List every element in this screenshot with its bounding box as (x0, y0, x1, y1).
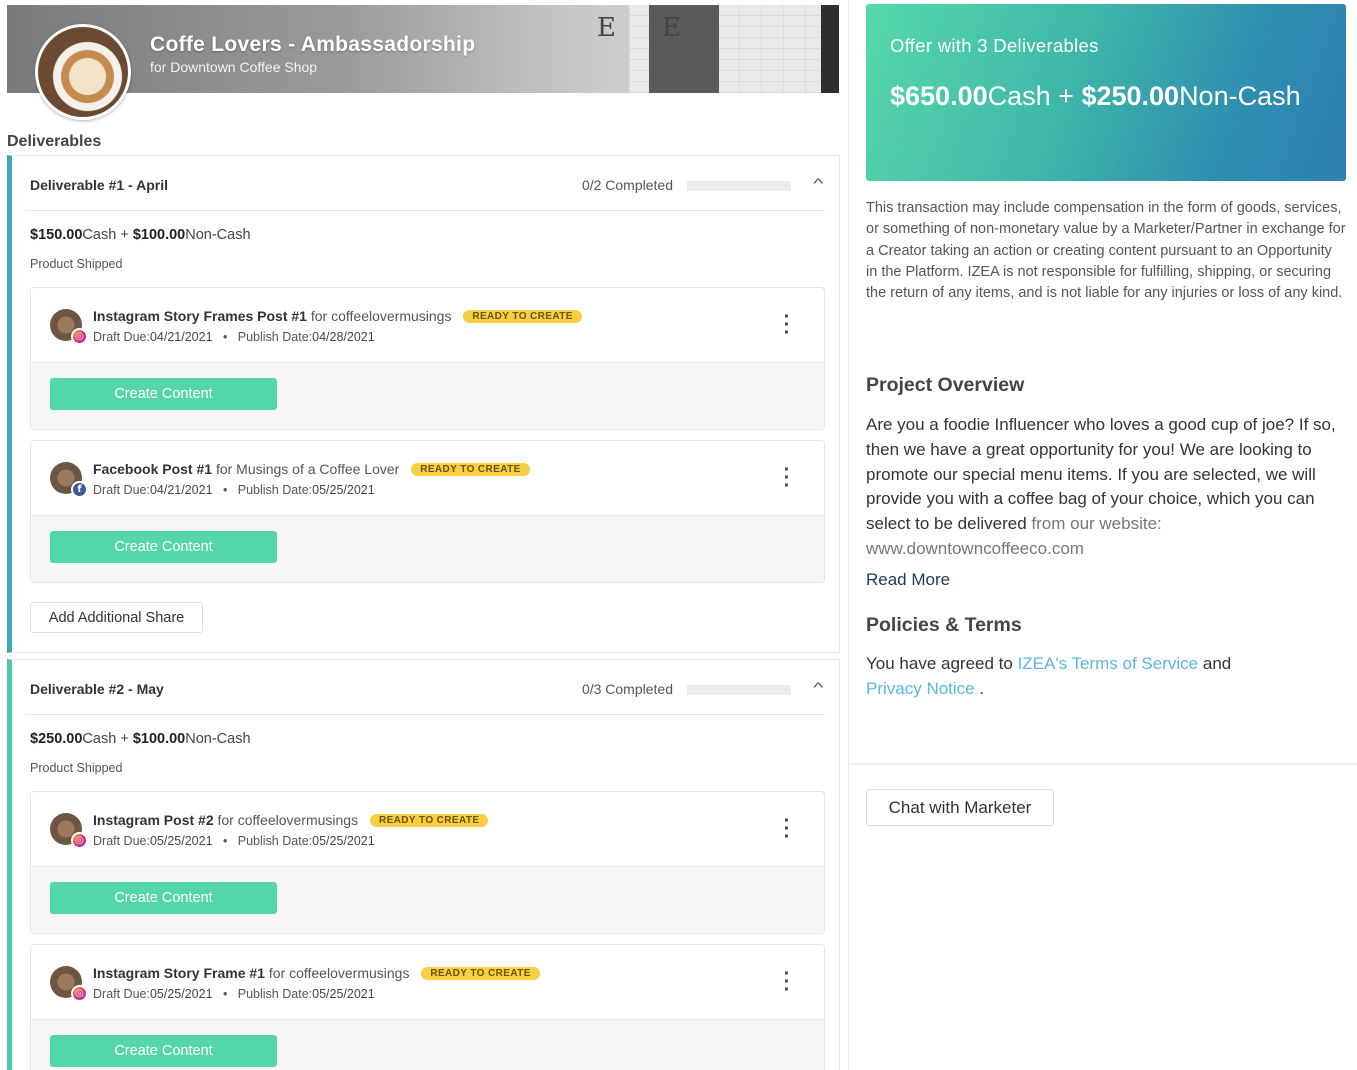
post-dates: Draft Due:04/21/2021 • Publish Date:05/2… (93, 483, 375, 497)
deliverable-card: Deliverable #1 - April 0/2 Completed ^ $… (7, 155, 840, 653)
campaign-banner: E E Coffe Lovers - Ambassadorship for Do… (7, 5, 839, 93)
status-badge: READY TO CREATE (463, 310, 582, 323)
post-dates: Draft Due:05/25/2021 • Publish Date:05/2… (93, 987, 375, 1001)
divider (849, 763, 1357, 765)
more-options-icon[interactable]: · · · (780, 811, 794, 847)
post-title: Facebook Post #1 for Musings of a Coffee… (93, 461, 530, 477)
facebook-icon: f (71, 481, 88, 498)
instagram-icon: ◎ (71, 832, 88, 849)
instagram-icon: ◎ (71, 985, 88, 1002)
policies-text: You have agreed to IZEA's Terms of Servi… (866, 654, 1232, 698)
deliverable-header[interactable]: Deliverable #1 - April 0/2 Completed ^ (26, 156, 825, 211)
create-content-button[interactable]: Create Content (50, 1035, 277, 1067)
post-title: Instagram Post #2 for coffeelovermusings… (93, 812, 489, 828)
status-badge: READY TO CREATE (411, 463, 530, 476)
post-title: Instagram Story Frames Post #1 for coffe… (93, 308, 582, 324)
status-badge: READY TO CREATE (369, 814, 489, 827)
add-additional-share-button[interactable]: Add Additional Share (30, 602, 203, 633)
deliverable-header[interactable]: Deliverable #2 - May 0/3 Completed ^ (26, 660, 825, 715)
deliverable-name: Deliverable #1 - April (30, 177, 168, 193)
post-card: ◎ Instagram Story Frame #1 for coffeelov… (30, 944, 825, 1070)
banner-image: E E (597, 5, 839, 93)
post-card: ◎ Instagram Story Frames Post #1 for cof… (30, 287, 825, 430)
terms-of-service-link[interactable]: IZEA's Terms of Service (1018, 654, 1199, 673)
project-overview-heading: Project Overview (866, 374, 1025, 396)
deliverable-progress-text: 0/2 Completed (581, 177, 673, 193)
brand-avatar (35, 24, 131, 120)
shipping-status: Product Shipped (30, 761, 123, 775)
campaign-title: Coffe Lovers - Ambassadorship (150, 33, 476, 56)
project-overview-text: Are you a foodie Influencer who loves a … (866, 415, 1336, 558)
deliverable-progress-bar (687, 181, 791, 191)
deliverable-card: Deliverable #2 - May 0/3 Completed ^ $25… (7, 659, 840, 1070)
post-dates: Draft Due:04/21/2021 • Publish Date:04/2… (93, 330, 375, 344)
compensation-disclaimer: This transaction may include compensatio… (866, 200, 1346, 302)
more-options-icon[interactable]: · · · (780, 307, 794, 343)
right-column: Offer with 3 Deliverables $650.00Cash + … (848, 0, 1357, 1070)
post-card: f Facebook Post #1 for Musings of a Coff… (30, 440, 825, 583)
deliverables-heading: Deliverables (7, 133, 102, 150)
post-card: ◎ Instagram Post #2 for coffeelovermusin… (30, 791, 825, 934)
offer-summary: Offer with 3 Deliverables $650.00Cash + … (866, 4, 1346, 181)
deliverable-progress-text: 0/3 Completed (581, 681, 673, 697)
deliverable-progress-bar (687, 685, 791, 695)
chevron-up-icon[interactable]: ^ (814, 175, 824, 191)
create-content-button[interactable]: Create Content (50, 882, 277, 914)
privacy-notice-link[interactable]: Privacy Notice (866, 679, 975, 698)
offer-amount: $650.00Cash + $250.00Non-Cash (890, 81, 1301, 111)
campaign-subtitle: for Downtown Coffee Shop (150, 59, 318, 75)
deliverable-name: Deliverable #2 - May (30, 681, 164, 697)
shipping-status: Product Shipped (30, 257, 123, 271)
status-badge: READY TO CREATE (421, 967, 540, 980)
create-content-button[interactable]: Create Content (50, 531, 277, 563)
chat-with-marketer-button[interactable]: Chat with Marketer (866, 789, 1054, 826)
chevron-up-icon[interactable]: ^ (814, 679, 824, 695)
deliverable-compensation: $250.00Cash + $100.00Non-Cash (30, 731, 251, 747)
more-options-icon[interactable]: · · · (780, 460, 794, 496)
more-options-icon[interactable]: · · · (780, 964, 794, 1000)
post-dates: Draft Due:05/25/2021 • Publish Date:05/2… (93, 834, 375, 848)
policies-heading: Policies & Terms (866, 614, 1022, 636)
left-column: E E Coffe Lovers - Ambassadorship for Do… (0, 0, 848, 1070)
offer-title: Offer with 3 Deliverables (890, 35, 1099, 56)
post-title: Instagram Story Frame #1 for coffeelover… (93, 965, 540, 981)
instagram-icon: ◎ (71, 328, 88, 345)
deliverable-compensation: $150.00Cash + $100.00Non-Cash (30, 227, 251, 243)
create-content-button[interactable]: Create Content (50, 378, 277, 410)
read-more-link[interactable]: Read More (866, 570, 950, 590)
